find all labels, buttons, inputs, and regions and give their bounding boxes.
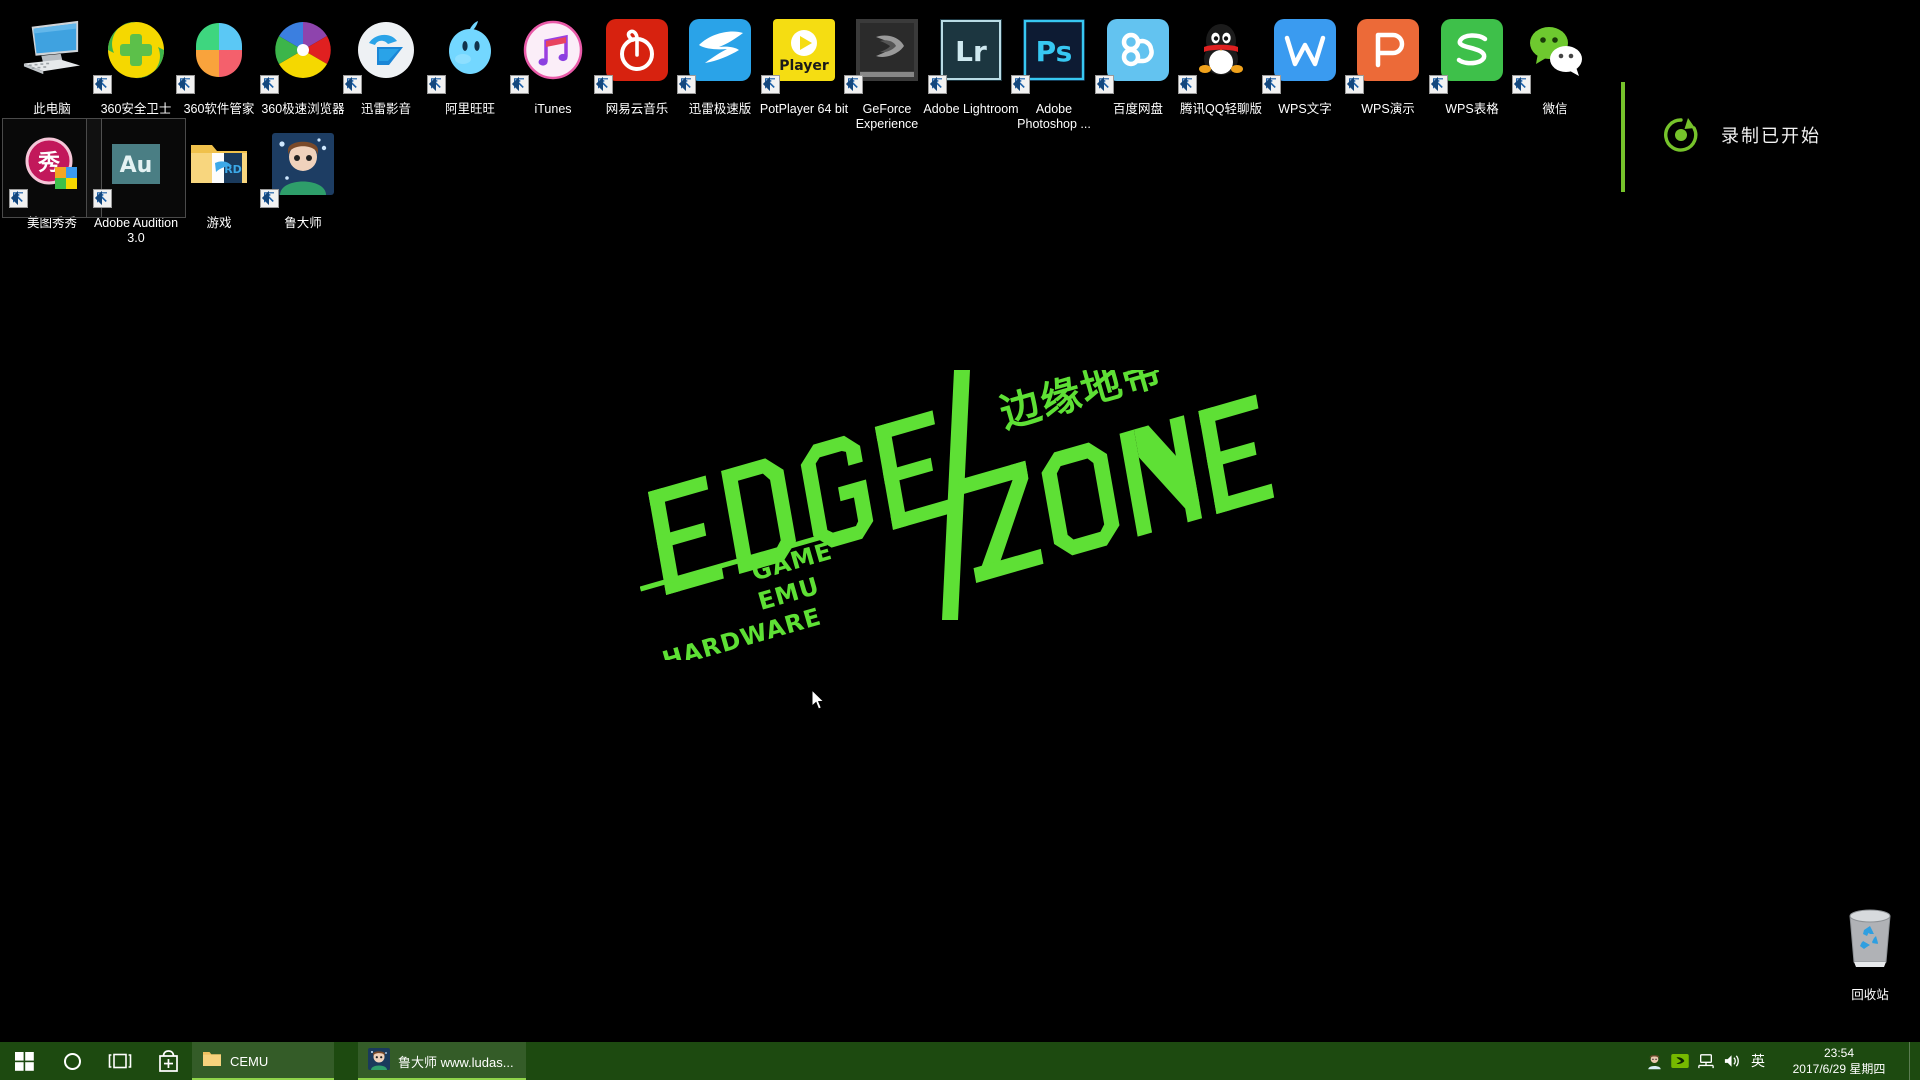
clock[interactable]: 23:54 2017/6/29 星期四 xyxy=(1771,1045,1909,1077)
volume-tray-icon[interactable] xyxy=(1719,1042,1745,1080)
ludashi-icon xyxy=(270,133,336,199)
shortcut-overlay-icon: ⇱ xyxy=(260,75,279,94)
360-software-manager-icon xyxy=(186,19,252,85)
aliwangwang-icon xyxy=(437,19,503,85)
potplayer-icon: Player xyxy=(771,19,837,85)
shortcut-overlay-icon: ⇱ xyxy=(1429,75,1448,94)
cortana-circle-icon xyxy=(63,1052,81,1070)
shortcut-overlay-icon: ⇱ xyxy=(510,75,529,94)
folder-icon: RD xyxy=(186,133,252,199)
shortcut-overlay-icon: ⇱ xyxy=(677,75,696,94)
shortcut-overlay-icon: ⇱ xyxy=(928,75,947,94)
network-tray-icon[interactable] xyxy=(1693,1042,1719,1080)
shortcut-overlay-icon: ⇱ xyxy=(844,75,863,94)
shortcut-overlay-icon: ⇱ xyxy=(343,75,362,94)
xunlei-player-icon xyxy=(353,19,419,85)
clock-time: 23:54 xyxy=(1823,1046,1855,1060)
desktop-icon-wechat[interactable]: ⇱ 微信 xyxy=(1504,2,1606,117)
tencent-qq-icon xyxy=(1188,19,1254,85)
edge-zone-logo: .lg { fill: #5ee035; } .lgtxt { font-fam… xyxy=(639,347,1280,675)
360-safe-icon xyxy=(103,19,169,85)
desktop-icon-label: 微信 xyxy=(1542,102,1568,116)
shortcut-overlay-icon: ⇱ xyxy=(1095,75,1114,94)
show-desktop-button[interactable] xyxy=(1909,1042,1918,1080)
adobe-audition-icon: Au xyxy=(103,133,169,199)
svg-text:Au: Au xyxy=(120,153,153,178)
nvidia-tray-icon[interactable] xyxy=(1667,1042,1693,1080)
shortcut-overlay-icon: ⇱ xyxy=(1345,75,1364,94)
shortcut-overlay-icon: ⇱ xyxy=(93,75,112,94)
svg-text:Player: Player xyxy=(779,58,829,74)
shortcut-overlay-icon: ⇱ xyxy=(761,75,780,94)
cortana-button[interactable] xyxy=(48,1042,96,1080)
taskbar-task-cemu[interactable]: CEMU xyxy=(192,1042,334,1080)
ludashi-icon xyxy=(368,1047,390,1075)
task-view-button[interactable] xyxy=(96,1042,144,1080)
shortcut-overlay-icon: ⇱ xyxy=(260,189,279,208)
system-tray[interactable]: 英 23:54 2017/6/29 星期四 xyxy=(1641,1042,1920,1080)
svg-text:Lr: Lr xyxy=(955,35,987,68)
geforce-experience-icon xyxy=(854,19,920,85)
meitu-xiuxiu-icon: 秀 xyxy=(19,133,85,199)
desktop-icon-label: 鲁大师 xyxy=(284,216,322,230)
windows-logo-icon xyxy=(14,1051,34,1071)
ime-indicator[interactable]: 英 xyxy=(1745,1042,1771,1080)
clock-date: 2017/6/29 星期四 xyxy=(1792,1062,1886,1076)
desktop[interactable]: 此电脑 ⇱ 360安全卫士 ⇱ 360软件管家 ⇱ 360极速浏览器 ⇱ 迅雷影音 ⇱ 阿里旺旺 ⇱ i… xyxy=(0,0,1920,1080)
shortcut-overlay-icon: ⇱ xyxy=(9,189,28,208)
wps-writer-icon xyxy=(1272,19,1338,85)
start-button[interactable] xyxy=(0,1042,48,1080)
task-view-icon xyxy=(108,1053,132,1069)
computer-icon xyxy=(19,19,85,85)
netease-music-icon xyxy=(604,19,670,85)
adobe-photoshop-icon: Ps xyxy=(1021,19,1087,85)
wps-presentation-icon xyxy=(1355,19,1421,85)
adobe-lightroom-icon: Lr xyxy=(938,19,1004,85)
desktop-icon-recycle-bin[interactable]: 回收站 xyxy=(1822,888,1918,1003)
360-browser-icon xyxy=(270,19,336,85)
taskbar-pinned-store[interactable] xyxy=(144,1042,192,1080)
recycle-bin-label: 回收站 xyxy=(1851,988,1889,1002)
shortcut-overlay-icon: ⇱ xyxy=(427,75,446,94)
taskbar-task-ludashi[interactable]: 鲁大师 www.ludas... xyxy=(358,1042,526,1080)
wps-spreadsheet-icon xyxy=(1439,19,1505,85)
taskbar-task-label: CEMU xyxy=(230,1053,269,1069)
recycle-bin-icon xyxy=(1822,888,1918,988)
desktop-icon-ludashi[interactable]: ⇱ 鲁大师 xyxy=(252,116,354,231)
svg-text:RD: RD xyxy=(224,163,242,176)
shortcut-overlay-icon: ⇱ xyxy=(176,75,195,94)
logo-tag-hardware: HARDWARE xyxy=(659,602,824,660)
taskbar[interactable]: CEMU 鲁大师 www.ludas... 英 23:54 2017/6/29 … xyxy=(0,1042,1920,1080)
ludashi-tray-icon[interactable] xyxy=(1641,1042,1667,1080)
wechat-icon xyxy=(1522,19,1588,85)
notification-accent-bar xyxy=(1621,82,1625,192)
recording-notification: 录制已开始 xyxy=(1621,82,1920,192)
shortcut-overlay-icon: ⇱ xyxy=(1512,75,1531,94)
record-started-icon xyxy=(1661,115,1701,155)
taskbar-task-label: 鲁大师 www.ludas... xyxy=(398,1054,514,1070)
shortcut-overlay-icon: ⇱ xyxy=(594,75,613,94)
shortcut-overlay-icon: ⇱ xyxy=(93,189,112,208)
shortcut-overlay-icon: ⇱ xyxy=(1262,75,1281,94)
shortcut-overlay-icon: ⇱ xyxy=(1178,75,1197,94)
itunes-icon xyxy=(520,19,586,85)
baidu-netdisk-icon xyxy=(1105,19,1171,85)
shortcut-overlay-icon: ⇱ xyxy=(1011,75,1030,94)
svg-text:Ps: Ps xyxy=(1036,35,1073,68)
xunlei-speed-icon xyxy=(687,19,753,85)
store-icon xyxy=(158,1050,178,1072)
folder-icon xyxy=(202,1050,222,1072)
notification-text: 录制已开始 xyxy=(1721,126,1821,146)
mouse-cursor xyxy=(811,688,826,712)
